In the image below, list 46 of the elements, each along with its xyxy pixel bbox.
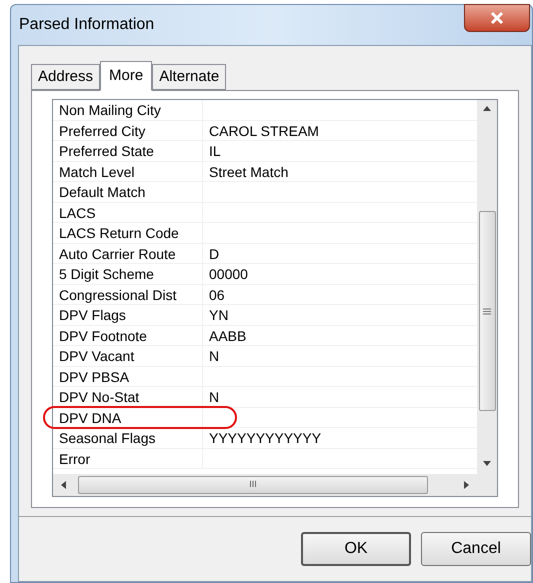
- scroll-up-icon[interactable]: [483, 106, 491, 111]
- window-title: Parsed Information: [19, 15, 154, 35]
- close-button[interactable]: [464, 4, 530, 32]
- field-name-cell: DPV Vacant: [53, 346, 203, 366]
- tab[interactable]: Address: [31, 64, 100, 90]
- field-value-cell-text: AABB: [208, 326, 248, 345]
- field-name-cell: Auto Carrier Route: [53, 244, 203, 263]
- scroll-right-icon[interactable]: [464, 481, 469, 489]
- field-name-cell: 5 Digit Scheme: [53, 264, 203, 284]
- field-value-cell-text: IL: [208, 142, 222, 160]
- field-name-cell: DPV Flags: [53, 305, 203, 324]
- close-icon: [489, 11, 505, 25]
- field-name-cell: DPV No-Stat: [53, 387, 203, 406]
- dialog-button[interactable]: OK: [301, 532, 411, 566]
- field-value-cell-text: N: [208, 388, 220, 406]
- field-value-cell-text: 00000: [208, 265, 249, 284]
- field-value-cell-text: Street Match: [208, 162, 290, 181]
- field-value-cell-text: YYYYYYYYYYYY: [208, 429, 322, 448]
- scroll-down-icon[interactable]: [483, 461, 491, 466]
- field-name-cell: Congressional Dist: [53, 284, 203, 304]
- field-name-cell: DPV DNA: [53, 408, 203, 427]
- field-name-cell: LACS: [53, 202, 203, 222]
- field-name-cell: DPV PBSA: [53, 366, 203, 386]
- tab[interactable]: Alternate: [152, 64, 226, 90]
- field-name-cell: LACS Return Code: [53, 223, 203, 242]
- field-name-cell: Match Level: [53, 162, 203, 181]
- field-value-cell-text: YN: [208, 306, 230, 324]
- scroll-thumb[interactable]: [478, 211, 496, 411]
- scroll-thumb[interactable]: III: [78, 476, 428, 494]
- scroll-left-icon[interactable]: [61, 481, 66, 489]
- vertical-scrollbar[interactable]: [477, 100, 497, 474]
- tab[interactable]: More: [100, 61, 152, 91]
- field-value-cell-text: 06: [208, 286, 226, 304]
- field-name-cell: Seasonal Flags: [53, 428, 203, 448]
- field-name-cell: Default Match: [53, 182, 203, 202]
- horizontal-scrollbar[interactable]: III: [53, 474, 497, 496]
- field-value-cell-text: D: [208, 244, 220, 263]
- field-name-cell: Preferred State: [53, 141, 203, 160]
- field-name-cell: DPV Footnote: [53, 326, 203, 345]
- grip-icon: [483, 308, 491, 314]
- field-name-cell: Preferred City: [53, 120, 203, 140]
- field-value-cell-text: CAROL STREAM: [208, 122, 320, 140]
- field-value-cell-text: N: [208, 347, 220, 366]
- dialog-button[interactable]: Cancel: [421, 532, 531, 566]
- field-name-cell: Error: [53, 448, 203, 468]
- field-name-cell: Non Mailing City: [53, 100, 203, 120]
